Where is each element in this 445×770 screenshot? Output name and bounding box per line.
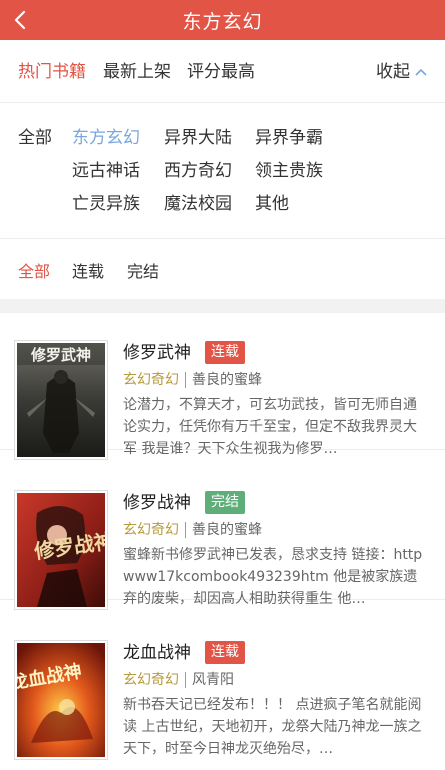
meta-divider — [185, 522, 186, 538]
book-author: 善良的蜜蜂 — [192, 522, 262, 538]
genre-magic-academy[interactable]: 魔法校园 — [164, 194, 232, 214]
top-bar: 东方玄幻 — [0, 0, 445, 40]
book-title[interactable]: 修罗战神 — [123, 493, 191, 513]
book-description: 论潜力，不算天才，可玄功武技，皆可无师自通 论实力，任凭你有万千至宝，但定不敌我… — [123, 397, 417, 457]
back-button[interactable] — [6, 0, 34, 40]
sort-tabs: 热门书籍 最新上架 评分最高 收起 — [0, 40, 445, 103]
cover-title: 修罗武神 — [30, 346, 91, 364]
cover-image: 修罗武神 — [17, 343, 105, 457]
genre-undead[interactable]: 亡灵异族 — [72, 194, 140, 214]
genre-filter-panel: 全部 东方玄幻 异界大陆 异界争霸 远古神话 西方奇幻 领主贵族 亡灵异族 魔法… — [0, 103, 445, 239]
genre-all[interactable]: 全部 — [18, 128, 52, 148]
tab-newest[interactable]: 最新上架 — [103, 62, 171, 82]
genre-eastern-fantasy[interactable]: 东方玄幻 — [72, 128, 140, 148]
tab-top-rated[interactable]: 评分最高 — [187, 62, 255, 82]
genre-other-world-hegemony[interactable]: 异界争霸 — [255, 128, 323, 148]
status-tabs: 全部 连载 完结 — [0, 239, 445, 299]
status-badge: 完结 — [205, 491, 245, 514]
cover-image: 龙血战神 — [17, 643, 105, 757]
chevron-up-icon — [415, 68, 427, 76]
chevron-left-icon — [14, 10, 26, 30]
cover-image: 修罗战神 — [17, 493, 105, 607]
tab-hot-books[interactable]: 热门书籍 — [18, 62, 86, 82]
book-title[interactable]: 龙血战神 — [123, 643, 191, 663]
genre-ancient-myth[interactable]: 远古神话 — [72, 161, 140, 181]
book-description: 蜜蜂新书修罗武神已发表，恳求支持 链接：httpwww17kcombook493… — [123, 547, 423, 607]
status-completed[interactable]: 完结 — [127, 262, 159, 282]
collapse-label: 收起 — [376, 62, 410, 82]
book-description: 新书吞天记已经发布！！！ 点进疯子笔名就能阅读 上古世纪，天地初开，龙祭大陆乃神… — [123, 697, 422, 757]
book-meta: 玄幻奇幻 风青阳 — [123, 671, 234, 689]
book-category: 玄幻奇幻 — [123, 372, 179, 388]
status-serializing[interactable]: 连载 — [72, 262, 104, 282]
book-meta: 玄幻奇幻 善良的蜜蜂 — [123, 371, 262, 389]
status-badge: 连载 — [205, 641, 245, 664]
genre-lord-nobility[interactable]: 领主贵族 — [255, 161, 323, 181]
status-all[interactable]: 全部 — [18, 262, 50, 282]
book-category: 玄幻奇幻 — [123, 672, 179, 688]
genre-other-world-continent[interactable]: 异界大陆 — [164, 128, 232, 148]
book-item[interactable]: 修罗武神 修罗武神 连载 玄幻奇幻 善良的蜜蜂 论潜力，不算天才，可玄功武技，皆… — [0, 313, 445, 460]
book-cover[interactable]: 龙血战神 — [14, 640, 108, 760]
meta-divider — [185, 672, 186, 688]
book-category: 玄幻奇幻 — [123, 522, 179, 538]
book-author: 风青阳 — [192, 672, 234, 688]
book-title[interactable]: 修罗武神 — [123, 343, 191, 363]
page-title: 东方玄幻 — [182, 10, 263, 33]
book-item[interactable]: 修罗战神 修罗战神 完结 玄幻奇幻 善良的蜜蜂 蜜蜂新书修罗武神已发表，恳求支持… — [0, 463, 445, 610]
status-badge: 连载 — [205, 341, 245, 364]
book-cover[interactable]: 修罗武神 — [14, 340, 108, 460]
book-author: 善良的蜜蜂 — [192, 372, 262, 388]
book-meta: 玄幻奇幻 善良的蜜蜂 — [123, 521, 262, 539]
section-divider — [0, 299, 445, 313]
meta-divider — [185, 372, 186, 388]
collapse-button[interactable]: 收起 — [376, 62, 427, 82]
genre-other[interactable]: 其他 — [255, 194, 289, 214]
book-item[interactable]: 龙血战神 龙血战神 连载 玄幻奇幻 风青阳 新书吞天记已经发布！！！ 点进疯子笔… — [0, 613, 445, 760]
genre-western-fantasy[interactable]: 西方奇幻 — [164, 161, 232, 181]
book-cover[interactable]: 修罗战神 — [14, 490, 108, 610]
